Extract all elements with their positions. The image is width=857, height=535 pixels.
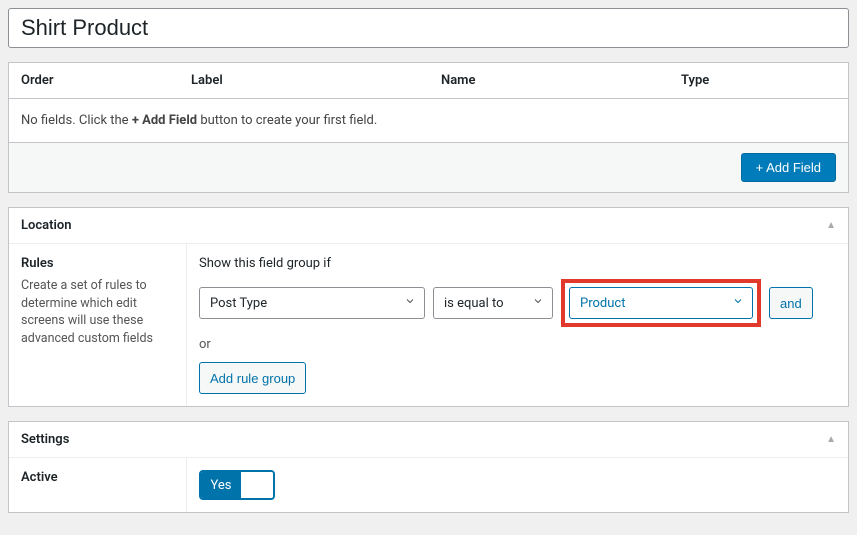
location-header[interactable]: Location ▲ [9,208,848,244]
rule-row: Post Type is equal to Product and [199,279,836,327]
rules-main: Show this field group if Post Type is eq… [187,244,848,406]
col-name-header: Name [441,73,681,88]
rules-label: Rules [21,256,174,271]
fields-footer: + Add Field [9,142,848,192]
fields-empty-row: No fields. Click the + Add Field button … [9,99,848,142]
col-type-header: Type [681,73,836,88]
active-label: Active [9,458,187,512]
chevron-down-icon [532,295,544,311]
add-field-button[interactable]: + Add Field [741,153,836,182]
settings-box: Settings ▲ Active Yes [8,421,849,513]
rule-operator-value: is equal to [444,296,504,311]
settings-header[interactable]: Settings ▲ [9,422,848,458]
rule-value-value: Product [580,296,625,311]
active-toggle-yes: Yes [201,472,241,498]
chevron-down-icon [732,295,744,311]
active-toggle-blank [241,472,273,498]
or-label: or [199,337,836,352]
rule-value-select[interactable]: Product [569,287,753,319]
active-toggle[interactable]: Yes [199,470,275,500]
settings-title: Settings [21,432,69,447]
fields-table-box: Order Label Name Type No fields. Click t… [8,62,849,193]
chevron-down-icon [404,295,416,311]
col-order-header: Order [21,73,191,88]
rules-sidebar: Rules Create a set of rules to determine… [9,244,187,406]
rule-param-select[interactable]: Post Type [199,287,425,319]
rule-param-value: Post Type [210,296,267,311]
empty-text-post: button to create your first field. [197,113,377,128]
rule-operator-select[interactable]: is equal to [433,287,553,319]
rules-desc: Create a set of rules to determine which… [21,277,174,347]
fields-table-header: Order Label Name Type [9,63,848,99]
location-box: Location ▲ Rules Create a set of rules t… [8,207,849,407]
and-button[interactable]: and [769,287,813,319]
empty-text-pre: No fields. Click the [21,113,132,128]
collapse-icon: ▲ [826,434,836,445]
collapse-icon: ▲ [826,220,836,231]
rule-value-highlight: Product [561,279,761,327]
empty-text-strong: + Add Field [132,113,197,128]
location-title: Location [21,218,72,233]
field-group-title-input[interactable] [8,8,849,48]
add-rule-group-button[interactable]: Add rule group [199,362,306,394]
show-if-label: Show this field group if [199,256,836,271]
col-label-header: Label [191,73,441,88]
